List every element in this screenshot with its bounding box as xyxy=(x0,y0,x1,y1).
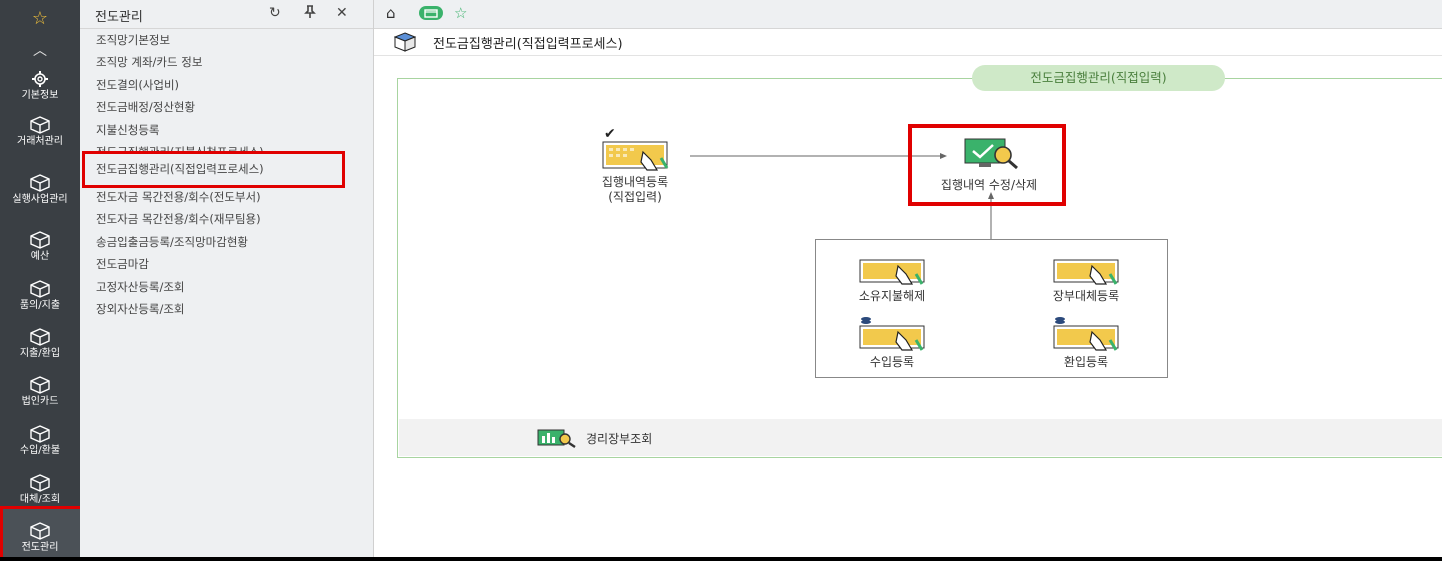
coin-keyboard-icon xyxy=(859,317,925,351)
selected-node-highlight xyxy=(908,124,1066,206)
node-caption: (직접입력) xyxy=(608,190,662,204)
node-caption: 집행내역등록 xyxy=(601,175,669,189)
keyboard-hand-icon xyxy=(859,259,925,285)
keyboard-hand-icon xyxy=(602,141,669,171)
node-caption: 장부대체등록 xyxy=(1052,289,1120,303)
node-caption: 소유지불해제 xyxy=(858,289,926,303)
node-ledger-transfer[interactable]: 장부대체등록 xyxy=(1024,258,1148,304)
keyboard-hand-icon xyxy=(1053,259,1119,285)
node-refund-register[interactable]: 환입등록 xyxy=(1024,314,1148,370)
coin-keyboard-icon xyxy=(1053,317,1119,351)
node-caption: 수입등록 xyxy=(869,355,915,369)
node-caption: 환입등록 xyxy=(1063,355,1109,369)
flow-connectors xyxy=(690,153,994,239)
node-income-register[interactable]: 수입등록 xyxy=(830,314,954,370)
ledger-report-icon[interactable] xyxy=(536,428,578,452)
bottom-border xyxy=(0,557,1442,561)
ledger-report-link[interactable]: 경리장부조회 xyxy=(586,430,652,447)
node-release-payment[interactable]: 소유지불해제 xyxy=(830,258,954,304)
node-register-execution[interactable]: 집행내역등록 (직접입력) xyxy=(585,140,685,205)
